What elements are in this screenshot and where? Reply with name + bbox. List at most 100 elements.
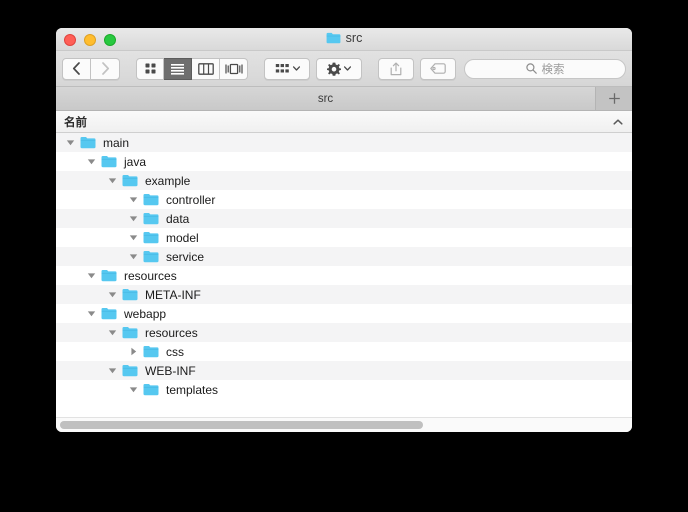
file-row[interactable]: webapp	[56, 304, 632, 323]
chevron-right-icon	[101, 62, 109, 75]
forward-button[interactable]	[91, 57, 120, 80]
file-row-label: data	[166, 211, 190, 226]
folder-icon	[143, 251, 159, 263]
file-row[interactable]: data	[56, 209, 632, 228]
file-row-label: templates	[166, 382, 219, 397]
disclosure-triangle-open[interactable]	[128, 214, 138, 224]
share-icon	[390, 62, 402, 75]
arrange-grid-icon	[275, 63, 289, 72]
disclosure-triangle-open[interactable]	[86, 309, 96, 319]
file-row-label: model	[166, 230, 199, 245]
disclosure-triangle-open[interactable]	[86, 271, 96, 281]
file-row[interactable]: service	[56, 247, 632, 266]
gallery-view-button[interactable]	[220, 57, 248, 80]
folder-icon	[101, 156, 117, 168]
folder-icon	[143, 346, 159, 358]
sort-ascending-icon	[613, 119, 623, 125]
file-row-label: META-INF	[145, 287, 201, 302]
file-row[interactable]: resources	[56, 266, 632, 285]
folder-icon	[326, 32, 341, 44]
folder-icon	[80, 137, 96, 149]
disclosure-triangle-open[interactable]	[128, 252, 138, 262]
file-row-label: main	[103, 135, 130, 150]
file-row[interactable]: model	[56, 228, 632, 247]
chevron-down-icon	[344, 66, 351, 71]
list-view-button[interactable]	[164, 57, 192, 80]
finder-window: src 検索 src 名前 main java example controll…	[56, 28, 632, 432]
view-mode-segmented-control	[136, 57, 248, 80]
disclosure-triangle-open[interactable]	[107, 176, 117, 186]
gallery-icon	[224, 63, 243, 74]
search-placeholder: 検索	[541, 63, 565, 76]
file-row-label: service	[166, 249, 205, 264]
window-titlebar[interactable]: src	[56, 28, 632, 51]
file-row[interactable]: css	[56, 342, 632, 361]
file-row[interactable]: main	[56, 133, 632, 152]
folder-icon	[143, 194, 159, 206]
file-row-label: css	[166, 344, 184, 359]
horizontal-scrollbar-thumb[interactable]	[60, 421, 423, 429]
disclosure-triangle-open[interactable]	[107, 328, 117, 338]
window-title: src	[345, 31, 363, 45]
folder-icon	[122, 365, 138, 377]
search-input[interactable]: 検索	[464, 58, 626, 79]
disclosure-triangle-closed[interactable]	[128, 347, 138, 357]
file-row[interactable]: resources	[56, 323, 632, 342]
disclosure-triangle-open[interactable]	[65, 138, 75, 148]
navigation-buttons	[62, 57, 120, 80]
tag-icon	[430, 63, 446, 74]
search-icon	[525, 63, 537, 74]
folder-icon	[101, 270, 117, 282]
list-icon	[171, 64, 184, 75]
file-row-label: controller	[166, 192, 216, 207]
window-title-group: src	[56, 31, 632, 45]
file-row[interactable]: java	[56, 152, 632, 171]
horizontal-scrollbar[interactable]	[56, 417, 632, 432]
disclosure-triangle-open[interactable]	[86, 157, 96, 167]
plus-icon	[608, 93, 620, 104]
folder-icon	[143, 384, 159, 396]
tab-src[interactable]: src	[56, 87, 596, 110]
column-header-label: 名前	[64, 116, 87, 129]
gear-icon	[327, 62, 341, 76]
chevron-down-icon	[292, 66, 300, 71]
back-button[interactable]	[62, 57, 91, 80]
file-row[interactable]: example	[56, 171, 632, 190]
file-row[interactable]: controller	[56, 190, 632, 209]
file-row[interactable]: META-INF	[56, 285, 632, 304]
columns-icon	[197, 62, 214, 75]
folder-icon	[143, 213, 159, 225]
icon-view-button[interactable]	[136, 57, 164, 80]
tab-label: src	[317, 92, 334, 105]
file-row-label: WEB-INF	[145, 363, 196, 378]
column-view-button[interactable]	[192, 57, 220, 80]
folder-icon	[122, 289, 138, 301]
folder-icon	[143, 232, 159, 244]
tab-bar: src	[56, 87, 632, 111]
file-row-label: resources	[124, 268, 177, 283]
file-row-label: example	[145, 173, 191, 188]
disclosure-triangle-open[interactable]	[128, 233, 138, 243]
disclosure-triangle-open[interactable]	[107, 290, 117, 300]
finder-toolbar: 検索	[56, 51, 632, 87]
file-row-label: resources	[145, 325, 198, 340]
column-header-name[interactable]: 名前	[56, 111, 632, 133]
file-row[interactable]: templates	[56, 380, 632, 399]
new-tab-button[interactable]	[596, 87, 632, 110]
file-row[interactable]: WEB-INF	[56, 361, 632, 380]
grid-icon	[145, 63, 155, 74]
share-button[interactable]	[378, 57, 414, 80]
disclosure-triangle-open[interactable]	[128, 195, 138, 205]
tags-button[interactable]	[420, 57, 456, 80]
folder-icon	[101, 308, 117, 320]
disclosure-triangle-open[interactable]	[107, 366, 117, 376]
folder-icon	[122, 327, 138, 339]
disclosure-triangle-open[interactable]	[128, 385, 138, 395]
folder-icon	[122, 175, 138, 187]
chevron-left-icon	[72, 62, 80, 75]
file-row-label: webapp	[124, 306, 167, 321]
file-list[interactable]: main java example controller data model servic…	[56, 133, 632, 409]
action-menu-button[interactable]	[316, 57, 362, 80]
arrange-by-button[interactable]	[264, 57, 310, 80]
file-row-label: java	[124, 154, 147, 169]
